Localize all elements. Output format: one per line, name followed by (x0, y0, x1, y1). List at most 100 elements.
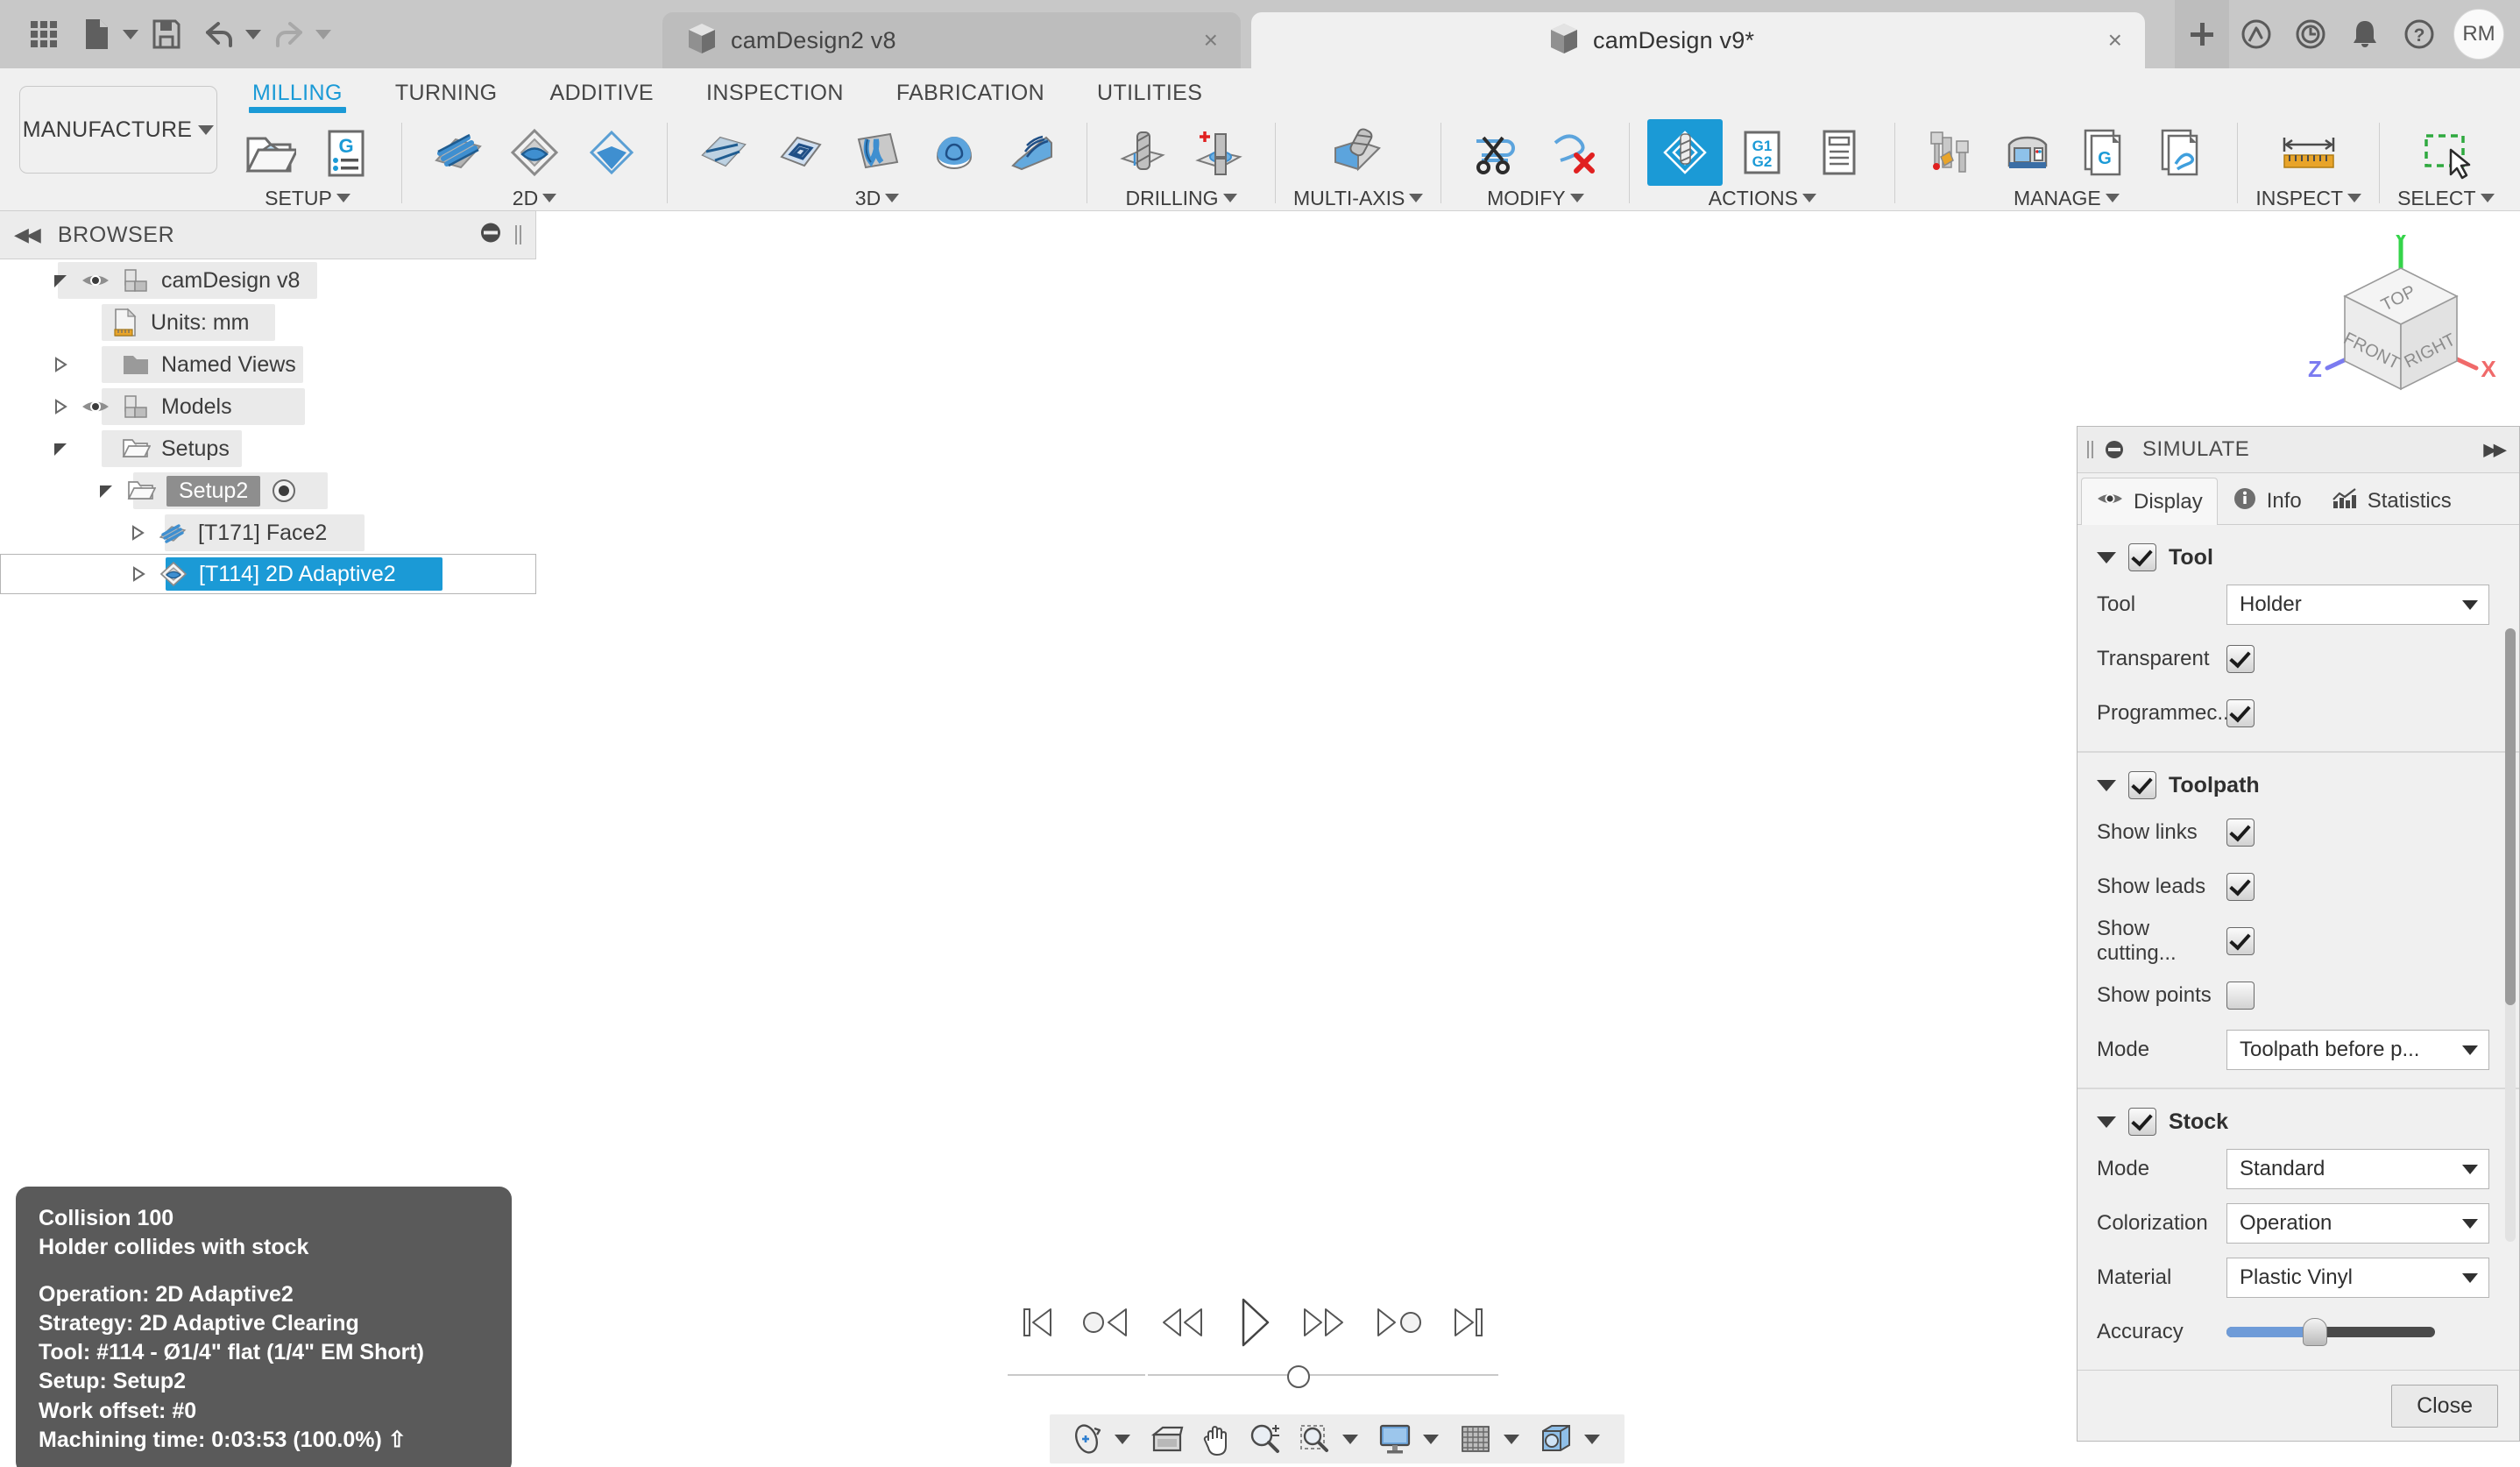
help-icon[interactable]: ? (2392, 0, 2446, 68)
chevron-down-icon[interactable] (1423, 1434, 1439, 1444)
chevron-down-icon[interactable] (1504, 1434, 1519, 1444)
ribbon-tab-milling[interactable]: MILLING (226, 72, 369, 113)
chevron-down-icon[interactable] (2105, 194, 2120, 202)
face-icon[interactable] (420, 119, 495, 186)
pan-hand-icon[interactable] (1193, 1417, 1239, 1461)
extensions-icon[interactable] (2229, 0, 2283, 68)
ribbon-panel-label-manage[interactable]: MANAGE (2014, 186, 2120, 210)
chevron-down-icon[interactable] (336, 194, 350, 202)
transparent-checkbox[interactable] (2226, 645, 2255, 673)
file-icon[interactable] (72, 11, 121, 58)
chevron-down-icon[interactable] (1222, 194, 1237, 202)
ribbon-tab-utilities[interactable]: UTILITIES (1071, 72, 1228, 106)
look-at-icon[interactable] (1144, 1417, 1190, 1461)
visibility-eye-icon[interactable] (75, 271, 116, 290)
expand-arrow-icon[interactable] (46, 440, 75, 457)
spiral3d-icon[interactable] (994, 119, 1069, 186)
avatar[interactable]: RM (2453, 9, 2504, 60)
g1g2-post-icon[interactable]: G1 G2 (1724, 119, 1800, 186)
show-links-checkbox[interactable] (2226, 819, 2255, 847)
tree-item-2d-adaptive2[interactable]: [T114] 2D Adaptive2 (0, 554, 536, 594)
close-icon[interactable]: × (2108, 28, 2122, 53)
section-toolpath-checkbox[interactable] (2128, 771, 2156, 799)
expand-arrow-icon[interactable] (91, 482, 121, 500)
ribbon-panel-label-inspect[interactable]: INSPECT (2255, 186, 2362, 210)
accuracy-slider[interactable] (2226, 1318, 2435, 1346)
parallel3d-icon[interactable] (839, 119, 915, 186)
expand-panel-icon[interactable]: ▶▶ (2483, 439, 2507, 461)
rewind-button[interactable] (1157, 1300, 1208, 1344)
ribbon-panel-label-modify[interactable]: MODIFY (1487, 186, 1584, 210)
chevron-down-icon[interactable] (198, 124, 215, 135)
post-library-icon[interactable]: G (2067, 119, 2142, 186)
ribbon-panel-label-actions[interactable]: ACTIONS (1709, 186, 1816, 210)
tab-display[interactable]: Display (2081, 478, 2218, 525)
ribbon-panel-label-3d[interactable]: 3D (855, 186, 900, 210)
view-cube[interactable]: Y X Z TOP FRONT RIGHT (2282, 226, 2501, 419)
document-tab-camdesign[interactable]: camDesign v9* × (1251, 12, 2145, 68)
contour2d-icon[interactable] (574, 119, 649, 186)
colorization-select[interactable]: Operation (2226, 1203, 2489, 1244)
chevron-down-icon[interactable] (1569, 194, 1584, 202)
skip-to-start-button[interactable] (1017, 1300, 1056, 1344)
fast-forward-button[interactable] (1298, 1300, 1348, 1344)
tree-item-face2[interactable]: [T171] Face2 (0, 512, 536, 554)
simulate-icon[interactable] (1647, 119, 1724, 186)
ribbon-panel-label-drilling[interactable]: DRILLING (1125, 186, 1237, 210)
programmed-checkbox[interactable] (2226, 699, 2255, 727)
expand-arrow-icon[interactable] (46, 398, 75, 415)
show-leads-checkbox[interactable] (2226, 873, 2255, 901)
scallop3d-icon[interactable] (917, 119, 992, 186)
setup-sheet-icon[interactable] (1802, 119, 1877, 186)
progress-handle[interactable] (1287, 1365, 1311, 1388)
document-tab-camdesign2[interactable]: camDesign2 v8 × (662, 12, 1241, 68)
zoom-magnifier-icon[interactable] (1242, 1417, 1288, 1461)
new-tab-button[interactable] (2175, 0, 2229, 68)
workspace-switcher-button[interactable]: MANUFACTURE (19, 86, 217, 174)
play-button[interactable] (1233, 1295, 1273, 1350)
ribbon-panel-label-2d[interactable]: 2D (513, 186, 557, 210)
step-forward-operation-button[interactable] (1373, 1300, 1426, 1344)
close-icon[interactable]: × (1204, 28, 1218, 53)
adaptive2d-icon[interactable] (497, 119, 572, 186)
tree-item-setups[interactable]: Setups (0, 428, 536, 470)
simulate-options-icon[interactable] (2104, 439, 2125, 460)
skip-to-end-button[interactable] (1450, 1300, 1489, 1344)
chevron-down-icon[interactable] (2480, 194, 2495, 202)
chevron-down-icon[interactable] (2347, 194, 2362, 202)
close-button[interactable]: Close (2391, 1384, 2498, 1428)
expand-arrow-icon[interactable] (124, 565, 153, 583)
redo-dropdown-caret[interactable] (315, 29, 331, 39)
tab-info[interactable]: Info (2218, 478, 2317, 524)
tree-item-models[interactable]: Models (0, 386, 536, 428)
material-select[interactable]: Plastic Vinyl (2226, 1258, 2489, 1298)
ribbon-tab-fabrication[interactable]: FABRICATION (870, 72, 1071, 106)
expand-arrow-icon[interactable] (123, 524, 152, 542)
section-header-stock[interactable]: Stock (2078, 1102, 2519, 1142)
notifications-bell-icon[interactable] (2338, 0, 2392, 68)
save-icon[interactable] (142, 11, 191, 58)
orbit-icon[interactable] (1064, 1417, 1109, 1461)
section-stock-checkbox[interactable] (2128, 1108, 2156, 1136)
slider-handle[interactable] (2302, 1318, 2327, 1346)
browser-options-icon[interactable] (479, 222, 502, 249)
viewports-icon[interactable] (1533, 1417, 1579, 1461)
adaptive3d-icon[interactable] (685, 119, 761, 186)
ncprogram-g-icon[interactable]: G (308, 119, 384, 186)
playback-progress-slider[interactable] (1008, 1365, 1498, 1388)
section-header-tool[interactable]: Tool (2078, 537, 2519, 578)
expand-arrow-icon[interactable] (46, 356, 75, 373)
redo-icon[interactable] (265, 11, 314, 58)
window-select-icon[interactable] (2400, 119, 2491, 186)
browser-resize-grip[interactable] (515, 225, 521, 244)
tool-library-icon[interactable] (1913, 119, 1988, 186)
visibility-eye-icon[interactable] (75, 397, 116, 416)
collapse-panel-icon[interactable]: ◀◀ (14, 223, 41, 246)
file-dropdown-caret[interactable] (123, 29, 138, 39)
tool-display-select[interactable]: Holder (2226, 585, 2489, 625)
chevron-down-icon[interactable] (542, 194, 557, 202)
undo-icon[interactable] (195, 11, 244, 58)
tree-item-named-views[interactable]: Named Views (0, 344, 536, 386)
toolpath-mode-select[interactable]: Toolpath before p... (2226, 1030, 2489, 1070)
tab-statistics[interactable]: Statistics (2317, 478, 2467, 524)
